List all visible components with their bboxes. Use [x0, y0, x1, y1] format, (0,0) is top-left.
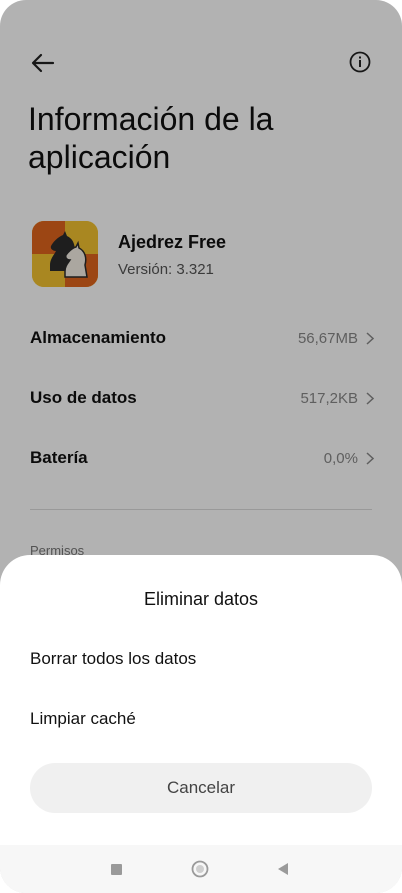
- nav-back-icon[interactable]: [277, 862, 289, 876]
- recents-icon[interactable]: [111, 864, 122, 875]
- bottom-sheet: Eliminar datos Borrar todos los datos Li…: [0, 555, 402, 893]
- home-icon[interactable]: [191, 860, 209, 878]
- phone-frame: 10:00 100 Información de la aplicación A…: [0, 0, 402, 893]
- navigation-bar: [0, 845, 402, 893]
- cancel-button[interactable]: Cancelar: [30, 763, 372, 813]
- clear-all-data-option[interactable]: Borrar todos los datos: [30, 637, 370, 681]
- sheet-title: Eliminar datos: [143, 589, 259, 609]
- clear-cache-option[interactable]: Limpiar caché: [30, 697, 370, 741]
